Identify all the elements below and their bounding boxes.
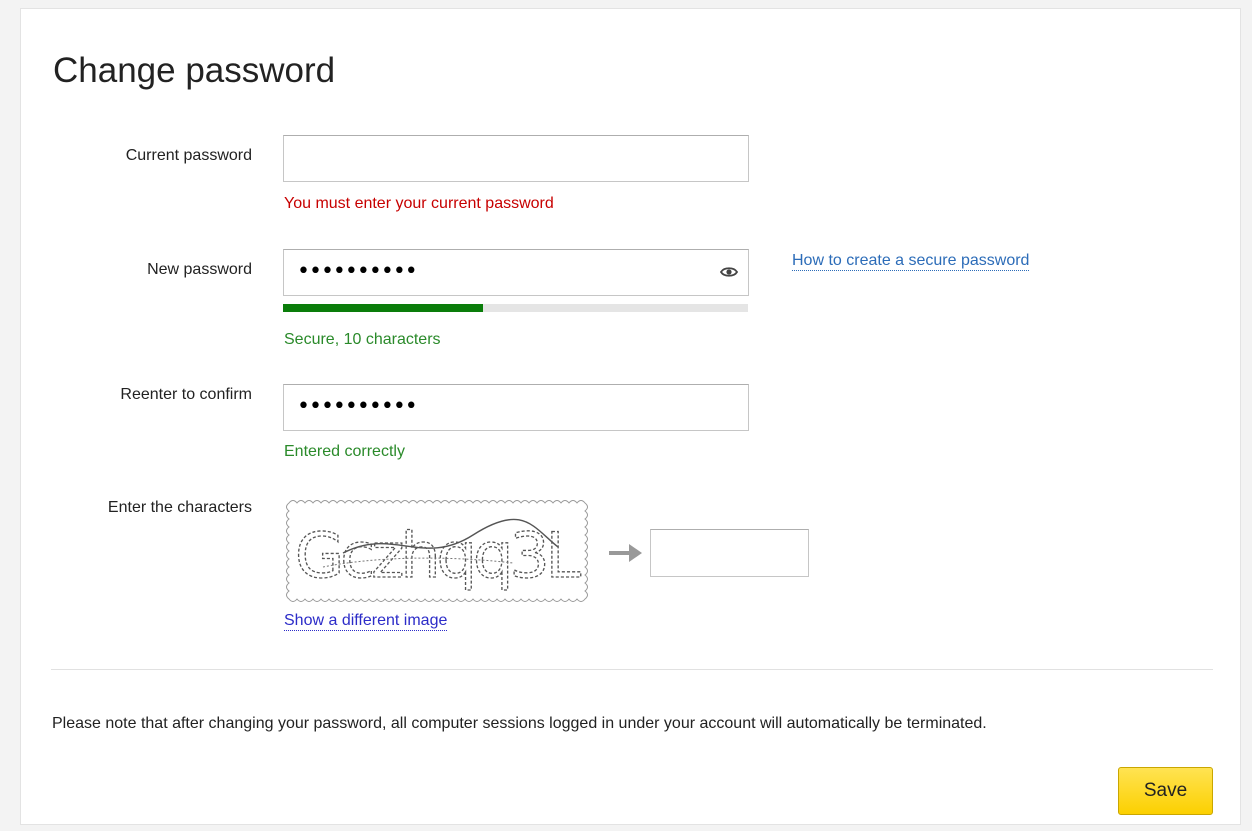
new-password-field[interactable]: •••••••••• [283,249,749,296]
captcha-input[interactable] [651,530,808,576]
session-termination-note: Please note that after changing your pas… [52,715,987,732]
new-password-label: New password [147,261,252,278]
current-password-field[interactable] [283,135,749,182]
password-strength-bar [283,304,748,312]
confirm-password-field[interactable]: •••••••••• [283,384,749,431]
divider [51,669,1213,670]
secure-password-help-link[interactable]: How to create a secure password [792,252,1030,271]
captcha-image: Gczhqq3L [286,500,588,602]
show-different-image-link[interactable]: Show a different image [284,612,448,631]
save-button[interactable]: Save [1118,767,1213,815]
password-strength-fill [283,304,483,312]
captcha-field[interactable] [650,529,809,577]
arrow-right-icon [609,544,642,562]
confirm-password-masked-value: •••••••••• [297,394,418,419]
captcha-label: Enter the characters [107,499,252,516]
new-password-masked-value: •••••••••• [297,259,418,284]
eye-icon[interactable] [720,263,738,281]
new-password-status: Secure, 10 characters [284,331,441,348]
confirm-password-label: Reenter to confirm [120,386,252,403]
current-password-input[interactable] [284,136,748,181]
change-password-card: Change password Current password You mus… [20,8,1241,825]
current-password-error: You must enter your current password [284,195,554,212]
current-password-label: Current password [125,147,252,164]
confirm-password-status: Entered correctly [284,443,405,460]
page-title: Change password [53,51,336,90]
